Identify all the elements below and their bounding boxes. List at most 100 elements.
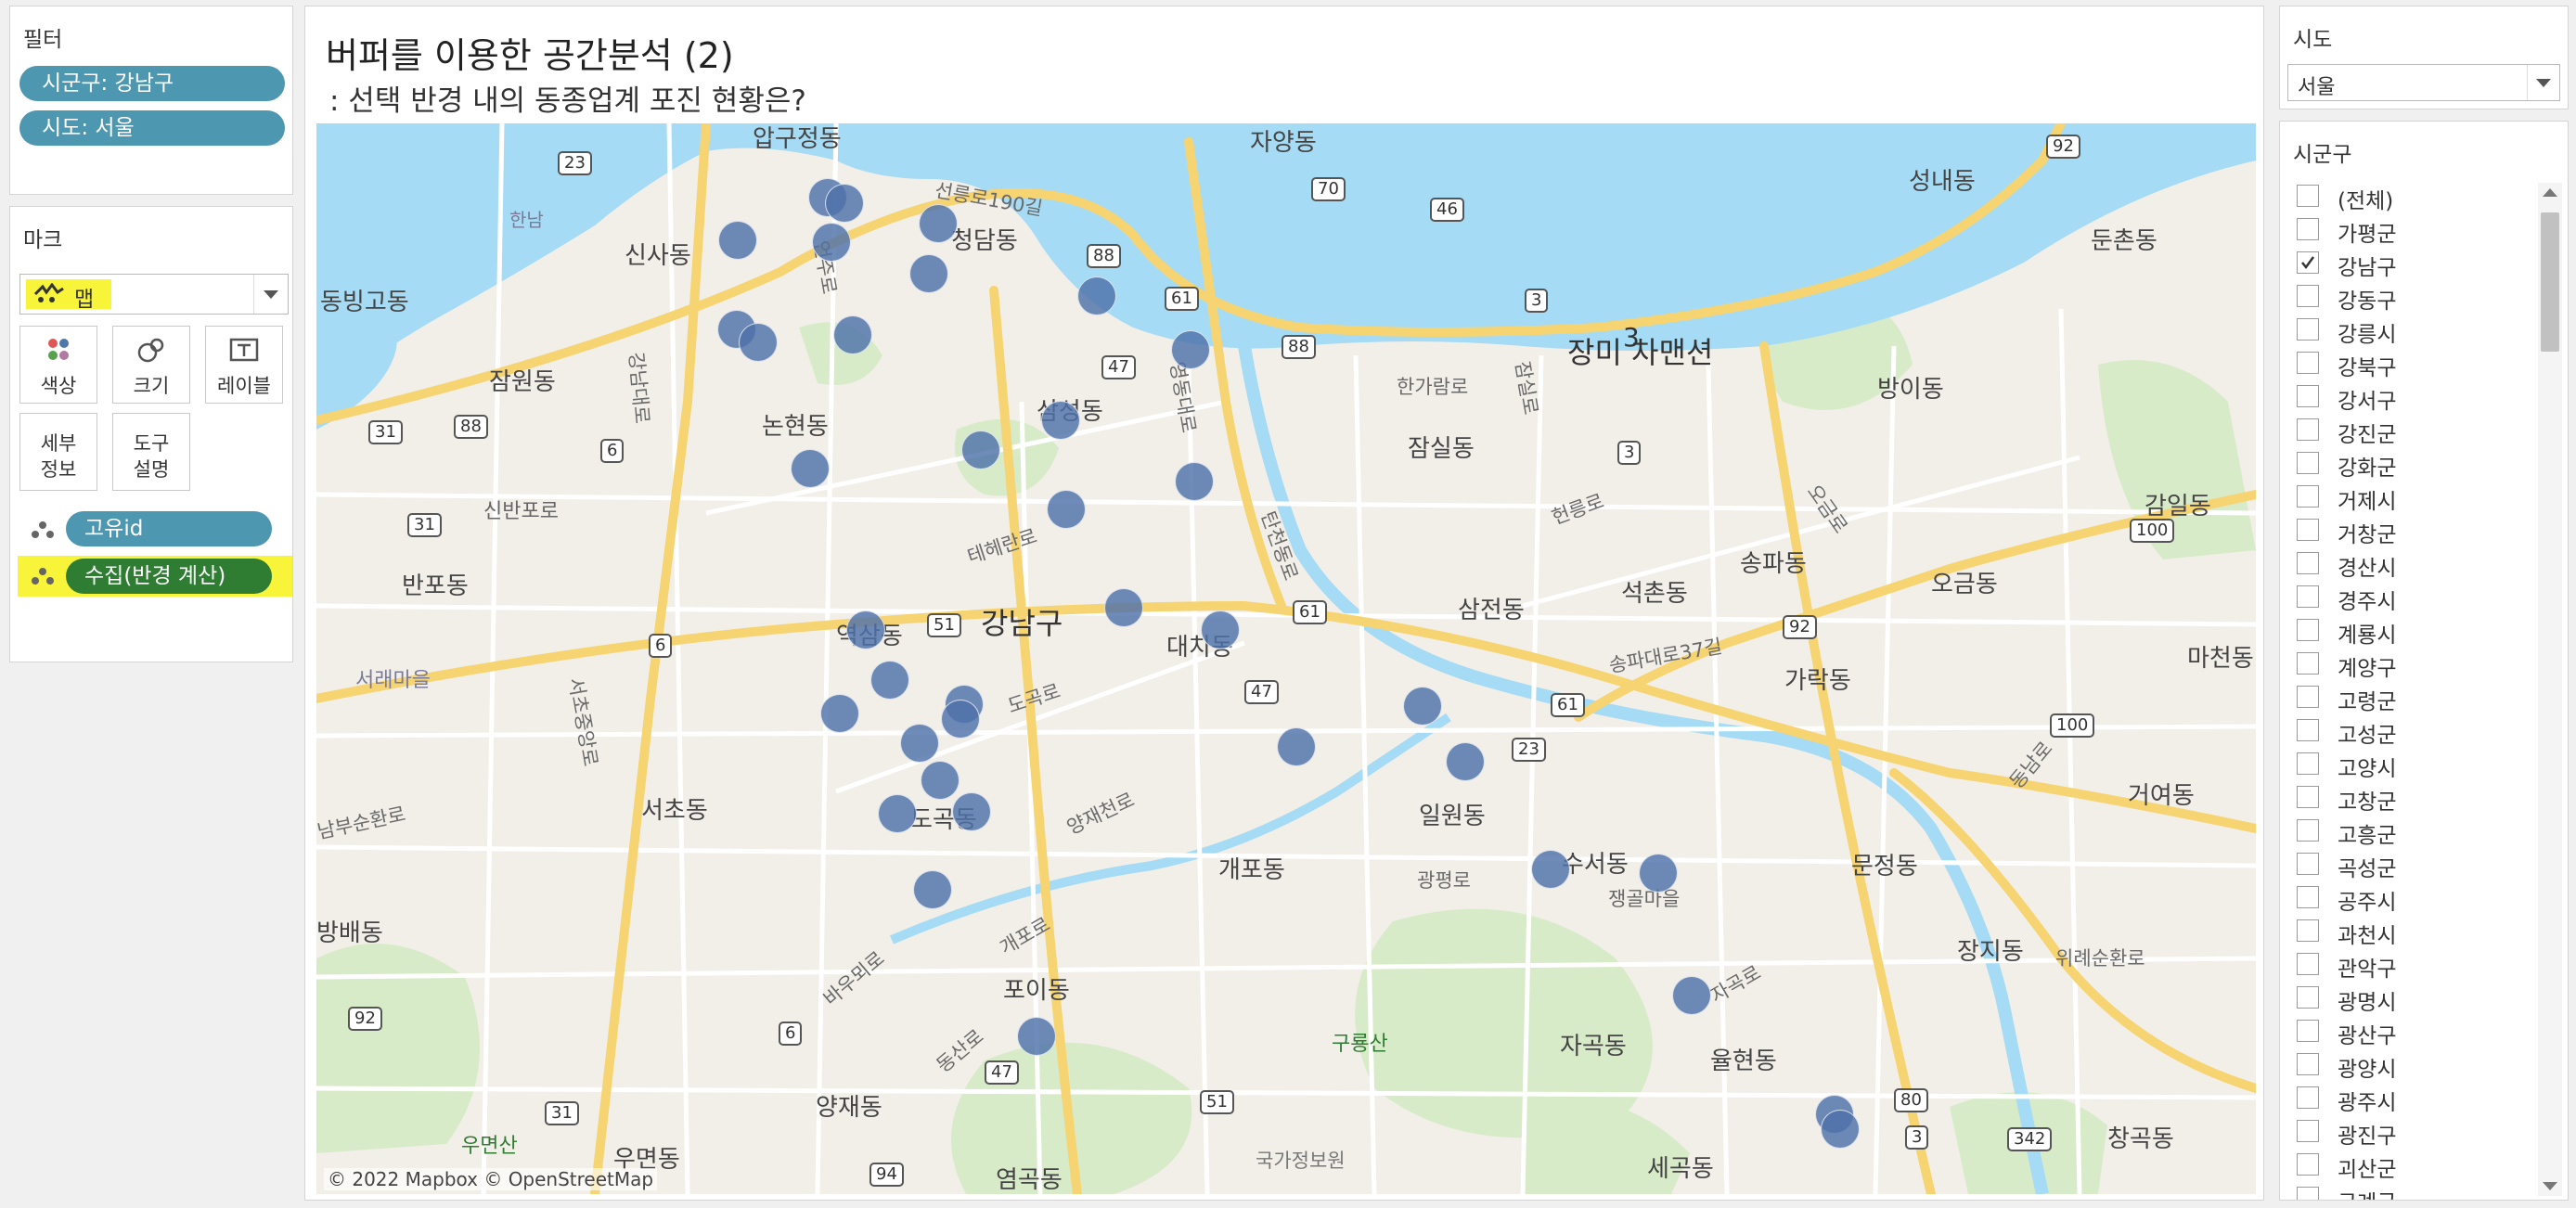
sido-dropdown[interactable]: 서울 xyxy=(2287,64,2560,101)
sigungu-item-label: 광양시 xyxy=(2338,1058,2397,1082)
map-marker[interactable] xyxy=(952,792,991,831)
detail-button[interactable]: 세부 정보 xyxy=(19,413,97,491)
checkbox[interactable] xyxy=(2297,919,2319,942)
sigungu-scrollbar[interactable] xyxy=(2538,183,2562,1196)
map-marker[interactable] xyxy=(878,794,917,833)
checkbox[interactable] xyxy=(2297,819,2319,842)
tooltip-button[interactable]: 도구 설명 xyxy=(112,413,190,491)
map-label: 포이동 xyxy=(1003,977,1070,1005)
map-marker[interactable] xyxy=(833,315,872,354)
checkbox[interactable] xyxy=(2297,1020,2319,1042)
checkbox[interactable] xyxy=(2297,418,2319,441)
detail-button-label: 세부 정보 xyxy=(40,432,77,481)
chevron-up-icon[interactable] xyxy=(2543,188,2557,197)
map-marker[interactable] xyxy=(921,761,960,800)
map-marker[interactable] xyxy=(913,870,952,909)
sido-dropdown-toggle[interactable] xyxy=(2527,65,2559,100)
map-marker[interactable] xyxy=(846,610,885,649)
checkbox[interactable] xyxy=(2297,218,2319,240)
map-marker[interactable] xyxy=(1041,401,1080,440)
map-marker[interactable] xyxy=(820,694,859,733)
map-marker[interactable] xyxy=(941,700,980,739)
route-shield: 23 xyxy=(558,151,592,175)
checkbox[interactable] xyxy=(2297,953,2319,975)
map-marker[interactable] xyxy=(1077,276,1116,315)
map-marker[interactable] xyxy=(900,724,939,763)
checkbox[interactable] xyxy=(2297,485,2319,508)
map-marker[interactable] xyxy=(739,323,778,362)
map-marker[interactable] xyxy=(870,661,909,700)
checkbox[interactable] xyxy=(2297,385,2319,407)
road-label: 한가람로 xyxy=(1397,376,1469,398)
map-marker[interactable] xyxy=(1201,610,1240,649)
map-marker[interactable] xyxy=(1017,1017,1056,1056)
map-marker[interactable] xyxy=(1446,742,1485,781)
map-marker[interactable] xyxy=(825,184,864,223)
map-label: 일원동 xyxy=(1419,803,1486,830)
checkbox[interactable] xyxy=(2297,519,2319,541)
mark-type-dropdown-toggle[interactable] xyxy=(253,275,288,314)
sigungu-item-label: 관악구 xyxy=(2338,957,2397,982)
map-marker[interactable] xyxy=(1821,1110,1860,1149)
checkbox[interactable] xyxy=(2297,652,2319,675)
checkbox[interactable] xyxy=(2297,886,2319,908)
map-marker[interactable] xyxy=(1104,588,1143,627)
checkbox[interactable] xyxy=(2297,1187,2319,1200)
map-marker[interactable] xyxy=(961,431,1000,469)
map-marker[interactable] xyxy=(1171,330,1210,369)
checkbox[interactable] xyxy=(2297,1086,2319,1109)
map-marker[interactable] xyxy=(1639,854,1678,893)
field-pill-id[interactable]: 고유id xyxy=(66,511,272,546)
checkbox[interactable] xyxy=(2297,752,2319,775)
checkbox[interactable] xyxy=(2297,619,2319,641)
map-label: 압구정동 xyxy=(753,125,842,153)
checkbox[interactable] xyxy=(2297,1053,2319,1075)
checkbox[interactable] xyxy=(2297,986,2319,1009)
checkbox[interactable] xyxy=(2297,786,2319,808)
checkbox[interactable] xyxy=(2297,686,2319,708)
route-shield: 94 xyxy=(869,1163,904,1187)
checkbox[interactable] xyxy=(2297,552,2319,574)
chevron-down-icon[interactable] xyxy=(2543,1182,2557,1190)
map-marker[interactable] xyxy=(1531,850,1570,889)
map-marker[interactable] xyxy=(1277,727,1316,766)
map-marker[interactable] xyxy=(1672,976,1711,1015)
checkbox[interactable] xyxy=(2297,185,2319,207)
map-attribution[interactable]: © 2022 Mapbox © OpenStreetMap xyxy=(324,1168,658,1190)
map-marker[interactable] xyxy=(1403,687,1442,726)
checkbox[interactable] xyxy=(2297,452,2319,474)
filter-pill-sido[interactable]: 시도: 서울 xyxy=(19,110,285,146)
checkbox[interactable] xyxy=(2297,285,2319,307)
checkbox[interactable] xyxy=(2297,1153,2319,1176)
sigungu-scrollbar-thumb[interactable] xyxy=(2541,212,2559,352)
checkbox[interactable] xyxy=(2297,318,2319,341)
filters-panel: 필터 시군구: 강남구 시도: 서울 xyxy=(9,6,293,195)
size-button[interactable]: 크기 xyxy=(112,326,190,404)
mark-type-dropdown[interactable]: 맵 xyxy=(19,274,289,315)
route-shield: 92 xyxy=(1783,615,1817,639)
map-label: 서래마을 xyxy=(355,669,431,692)
checkbox[interactable] xyxy=(2297,853,2319,875)
map-marker[interactable] xyxy=(919,204,958,243)
route-shield: 46 xyxy=(1430,198,1464,222)
map-marker[interactable] xyxy=(1047,490,1086,529)
map-label: 장미 차맨션 xyxy=(1567,335,1714,370)
label-button[interactable]: 레이블 xyxy=(205,326,283,404)
map-marker[interactable] xyxy=(791,449,830,488)
map-label: 신반포로 xyxy=(483,500,559,523)
map-label: 방이동 xyxy=(1877,376,1944,404)
filter-pill-sigungu[interactable]: 시군구: 강남구 xyxy=(19,66,285,101)
checkbox[interactable] xyxy=(2297,585,2319,608)
map-marker[interactable] xyxy=(812,223,851,262)
field-pill-collect-radius[interactable]: 수집(반경 계산) xyxy=(66,559,272,594)
checkbox[interactable] xyxy=(2297,352,2319,374)
map-marker[interactable] xyxy=(718,221,757,260)
color-button[interactable]: 색상 xyxy=(19,326,97,404)
map-view[interactable]: 압구정동 자양동 신사동 청담동 동빙고동 잠원동 논현동 삼성동 잠실동 장미… xyxy=(316,123,2256,1194)
checkbox[interactable] xyxy=(2297,1120,2319,1142)
checkbox-checked[interactable] xyxy=(2297,251,2319,274)
color-button-label: 색상 xyxy=(40,375,77,397)
map-marker[interactable] xyxy=(909,254,948,293)
map-marker[interactable] xyxy=(1175,462,1214,501)
checkbox[interactable] xyxy=(2297,719,2319,741)
